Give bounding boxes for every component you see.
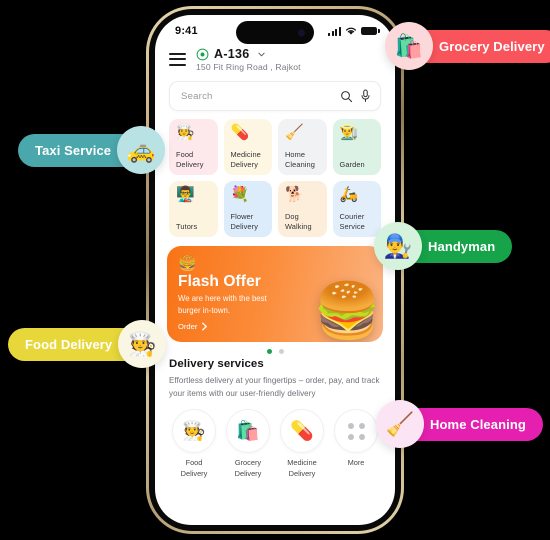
category-grid: 🧑‍🍳 Food Delivery 💊 Medicine Delivery 🧹 Home Cle… [155,111,395,237]
phone-frame: 9:41 A-136 150 Fit Ring Road , Rajkot Se… [146,6,404,534]
medicine-delivery-icon: 💊 [280,409,324,454]
garden-icon: 👨‍🌾 [339,124,359,141]
battery-icon [361,26,380,36]
category-tile-label: Flower Delivery [230,212,258,232]
delivery-service-item[interactable]: More [331,409,381,478]
chevron-down-icon[interactable] [257,50,266,59]
search-section: Search [155,72,395,111]
tutors-icon: 👨‍🏫 [176,186,195,203]
category-tile-label: Garden [339,160,365,170]
microphone-icon[interactable] [360,89,371,103]
front-camera-icon [298,29,305,36]
flash-offer-banner[interactable]: 🍔 Flash Offer We are here with the best … [167,246,383,342]
burger-badge-icon: 🍔 [178,255,197,272]
hamburger-menu-icon[interactable] [169,47,186,66]
food-delivery-icon: 🧑‍🍳 [172,409,216,454]
banner-subtitle: We are here with the best burger in-town… [178,294,267,316]
banner-order-label: Order [178,322,198,331]
taxi-icon: 🚕 [117,126,166,174]
category-tile-medicine-delivery[interactable]: 💊 Medicine Delivery [223,119,272,175]
category-tile-label: Home Cleaning [285,150,315,170]
floating-badge-food-delivery[interactable]: 🧑‍🍳 Food Delivery [8,320,167,368]
delivery-services-description: Effortless delivery at your fingertips –… [169,376,380,399]
banner-title: Flash Offer [178,273,261,290]
delivery-service-item[interactable]: 💊 Medicine Delivery [277,409,327,478]
search-input[interactable]: Search [181,91,333,102]
category-tile-label: Tutors [176,222,198,232]
burger-stack-image: 🍔 [313,281,381,341]
home-cleaning-icon: 🧹 [285,124,304,141]
floating-badge-grocery-delivery[interactable]: 🛍️ Grocery Delivery [385,22,550,70]
category-tile-garden[interactable]: 👨‍🌾 Garden [332,119,381,175]
wifi-icon [345,27,357,35]
delivery-service-label: Food Delivery [180,458,208,478]
delivery-service-label: Medicine Delivery [287,458,317,478]
location-code: A-136 [214,47,250,61]
dynamic-island [236,21,314,44]
status-time: 9:41 [175,25,198,37]
floating-badge-home-cleaning[interactable]: 🧹 Home Cleaning [376,400,543,448]
flower-delivery-icon: 💐 [230,186,250,203]
category-tile-tutors[interactable]: 👨‍🏫 Tutors [169,181,218,237]
delivery-service-item[interactable]: 🧑‍🍳 Food Delivery [169,409,219,478]
delivery-services-list: 🧑‍🍳 Food Delivery 🛍️ Grocery Delivery 💊 Medicin… [169,409,381,478]
delivery-service-label: More [347,458,365,468]
category-tile-label: Food Delivery [176,150,204,170]
delivery-service-item[interactable]: 🛍️ Grocery Delivery [223,409,273,478]
banner-order-button[interactable]: Order [178,322,208,331]
category-tile-food-delivery[interactable]: 🧑‍🍳 Food Delivery [169,119,218,175]
delivery-services-section: Delivery services Effortless delivery at… [155,354,395,479]
category-tile-label: Medicine Delivery [230,150,261,170]
more-dots-icon [334,409,378,454]
food-courier-icon: 🧑‍🍳 [118,320,167,368]
phone-screen: 9:41 A-136 150 Fit Ring Road , Rajkot Se… [155,15,395,525]
search-icon[interactable] [340,90,353,103]
home-cleaning-icon: 🧹 [376,400,424,448]
promo-banner-section: 🍔 Flash Offer We are here with the best … [155,237,395,354]
banner-dot-2[interactable] [278,349,284,354]
floating-badge-handyman[interactable]: 👨‍🔧 Handyman [374,222,513,270]
courier-service-icon: 🛵 [339,186,359,203]
location-header: A-136 150 Fit Ring Road , Rajkot [155,45,395,72]
grocery-delivery-icon: 🛍️ [226,409,270,454]
floating-badge-taxi-service[interactable]: 🚕 Taxi Service [18,126,166,174]
address-row[interactable]: A-136 [196,47,301,61]
dog-walking-icon: 🐕 [285,186,304,203]
status-indicators [328,26,380,36]
category-tile-dog-walking[interactable]: 🐕 Dog Walking [278,181,327,237]
delivery-service-label: Grocery Delivery [234,458,262,478]
search-bar[interactable]: Search [169,81,381,111]
banner-dot-1[interactable] [266,349,272,354]
phone-mockup: 9:41 A-136 150 Fit Ring Road , Rajkot Se… [146,6,404,534]
handyman-icon: 👨‍🔧 [374,222,422,270]
category-tile-flower-delivery[interactable]: 💐 Flower Delivery [223,181,272,237]
delivery-services-heading: Delivery services [169,358,264,370]
category-tile-home-cleaning[interactable]: 🧹 Home Cleaning [278,119,327,175]
category-tile-label: Dog Walking [285,212,312,232]
location-pin-icon [196,48,209,60]
signal-bars-icon [328,26,341,36]
medicine-delivery-icon: 💊 [230,124,250,141]
food-delivery-icon: 🧑‍🍳 [176,124,195,141]
banner-pagination [167,342,383,354]
address-block: A-136 150 Fit Ring Road , Rajkot [196,47,301,72]
chevron-right-icon [202,322,208,331]
grocery-bag-icon: 🛍️ [385,22,433,70]
address-text: 150 Fit Ring Road , Rajkot [196,62,301,72]
